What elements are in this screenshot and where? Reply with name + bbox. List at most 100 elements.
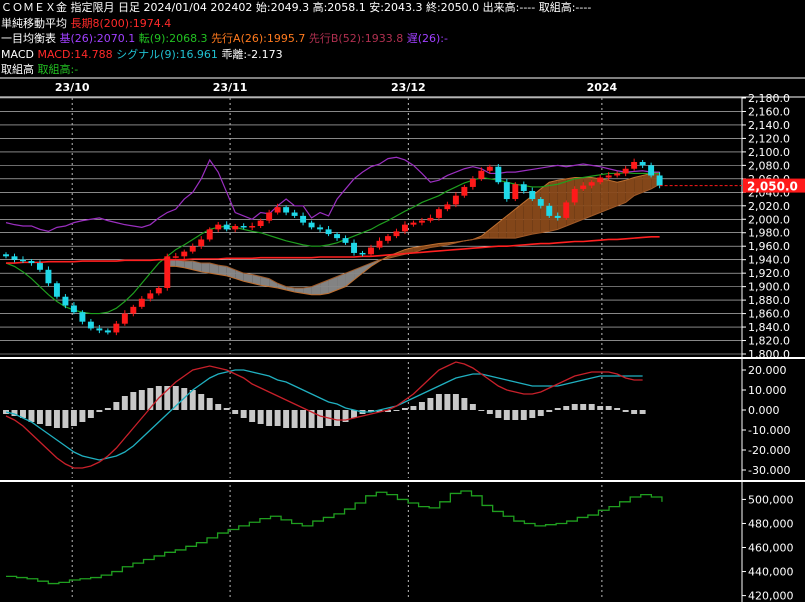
- macd-tick-label: 20.000: [748, 364, 787, 377]
- date-tick-label: 2024: [587, 81, 618, 94]
- price-tick-label: 2,160.0: [748, 105, 790, 118]
- candle-body: [512, 184, 519, 200]
- macd-histogram-bar: [291, 410, 298, 428]
- candle-body: [605, 175, 612, 178]
- candle-body: [79, 312, 86, 322]
- price-tick-label: 1,980.0: [748, 227, 790, 240]
- candle-body: [172, 256, 179, 258]
- candle-body: [53, 283, 60, 297]
- ichimoku-cloud-segment: [617, 180, 626, 206]
- candle-body: [28, 261, 35, 264]
- macd-histogram-bar: [520, 410, 527, 420]
- macd-histogram-bar: [96, 410, 103, 412]
- candle-body: [283, 207, 290, 213]
- macd-histogram-bar: [45, 410, 52, 426]
- macd-histogram-bar: [452, 394, 459, 410]
- candle-body: [435, 209, 442, 218]
- macd-histogram-bar: [334, 410, 341, 426]
- candle-body: [401, 224, 408, 232]
- macd-histogram-bar: [130, 392, 137, 410]
- candle-body: [520, 184, 527, 191]
- candle-body: [181, 251, 188, 257]
- candle-body: [486, 166, 493, 171]
- macd-histogram-bar: [554, 408, 561, 410]
- price-tick-label: 1,900.0: [748, 281, 790, 294]
- candle-body: [554, 215, 561, 218]
- macd-histogram-bar: [546, 410, 553, 412]
- macd-histogram-bar: [639, 410, 646, 414]
- price-tick-label: 1,960.0: [748, 240, 790, 253]
- macd-histogram-bar: [529, 410, 536, 418]
- candle-body: [291, 212, 298, 216]
- candle-body: [300, 215, 307, 223]
- macd-histogram-bar: [300, 410, 307, 428]
- macd-histogram-bar: [401, 408, 408, 410]
- macd-histogram-bar: [266, 410, 273, 426]
- candle-body: [104, 330, 111, 333]
- macd-histogram-bar: [87, 410, 94, 418]
- candle-body: [164, 256, 171, 288]
- candle-body: [189, 246, 196, 252]
- macd-tick-label: 10.000: [748, 384, 787, 397]
- candle-body: [147, 293, 154, 299]
- ichimoku-cloud-segment: [600, 178, 609, 213]
- price-tick-label: 1,920.0: [748, 267, 790, 280]
- price-tick-label: 1,880.0: [748, 294, 790, 307]
- candle-body: [546, 205, 553, 216]
- price-tick-label: 2,100.0: [748, 146, 790, 159]
- price-tick-label: 2,140.0: [748, 119, 790, 132]
- oi-tick-label: 420,000: [748, 590, 794, 602]
- macd-histogram-bar: [512, 410, 519, 420]
- macd-histogram-bar: [62, 410, 69, 428]
- candle-body: [537, 199, 544, 206]
- macd-histogram-bar: [503, 410, 510, 420]
- candle-body: [529, 190, 536, 200]
- candle-body: [368, 247, 374, 255]
- candle-body: [198, 239, 205, 247]
- date-tick-label: 23/12: [391, 81, 426, 94]
- oi-tick-label: 500,000: [748, 493, 794, 506]
- candle-body: [113, 323, 120, 333]
- candle-body: [614, 173, 621, 176]
- candle-body: [87, 321, 94, 329]
- macd-histogram-bar: [563, 406, 570, 410]
- macd-histogram-bar: [588, 404, 595, 410]
- candle-body: [36, 263, 43, 270]
- date-tick-label: 23/10: [55, 81, 90, 94]
- macd-histogram-bar: [28, 410, 35, 422]
- chart-canvas[interactable]: 2,180.02,160.02,140.02,120.02,100.02,080…: [0, 0, 805, 602]
- candle-body: [232, 226, 239, 230]
- macd-histogram-bar: [240, 410, 247, 418]
- ichimoku-cloud-segment: [320, 279, 329, 295]
- candle-body: [249, 226, 256, 228]
- macd-histogram-bar: [232, 410, 239, 414]
- candle-body: [266, 212, 273, 221]
- candle-body: [45, 269, 52, 284]
- macd-histogram-bar: [469, 404, 476, 410]
- candle-body: [308, 222, 315, 228]
- macd-line: [5, 361, 643, 469]
- macd-histogram-bar: [486, 410, 493, 414]
- candle-body: [622, 168, 629, 174]
- candle-body: [495, 166, 502, 183]
- macd-histogram-bar: [614, 408, 621, 410]
- candle-body: [639, 162, 646, 166]
- date-tick-label: 23/11: [213, 81, 248, 94]
- macd-histogram-bar: [461, 398, 468, 410]
- candle-body: [452, 195, 459, 205]
- candle-body: [503, 182, 510, 200]
- candle-body: [656, 175, 663, 186]
- macd-histogram-bar: [257, 410, 264, 424]
- candle-body: [588, 182, 595, 186]
- candle-body: [20, 259, 26, 262]
- macd-histogram-bar: [113, 402, 120, 410]
- macd-histogram-bar: [537, 410, 544, 416]
- macd-histogram-bar: [478, 410, 485, 411]
- candle-body: [334, 234, 341, 239]
- candle-body: [418, 220, 425, 223]
- macd-histogram-bar: [215, 404, 222, 410]
- price-tick-label: 2,020.0: [748, 200, 790, 213]
- macd-histogram-bar: [631, 410, 638, 414]
- macd-histogram-bar: [198, 394, 205, 410]
- macd-histogram-bar: [147, 388, 154, 410]
